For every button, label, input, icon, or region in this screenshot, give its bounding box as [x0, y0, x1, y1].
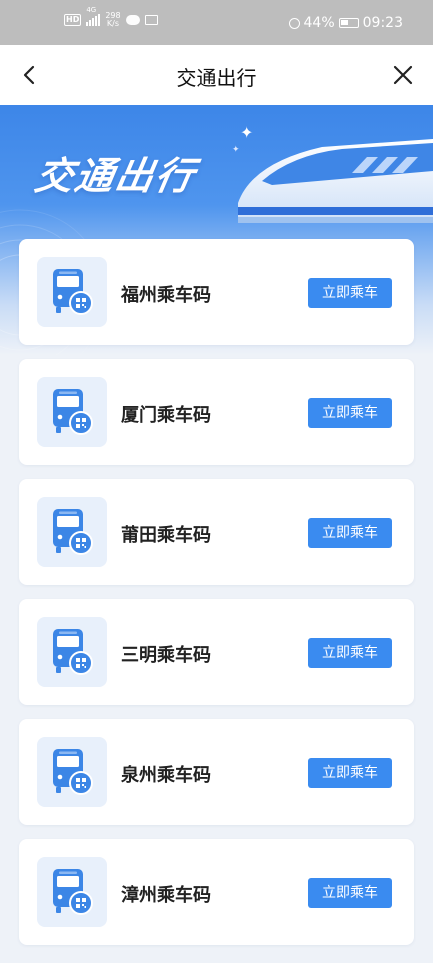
list-item[interactable]: 三明乘车码 立即乘车 — [19, 599, 414, 705]
list-item[interactable]: 福州乘车码 立即乘车 — [19, 239, 414, 345]
bus-qr-icon — [53, 629, 93, 675]
card-title: 漳州乘车码 — [121, 885, 211, 906]
status-right: 44% 09:23 — [288, 15, 403, 31]
bus-qr-icon-box — [37, 377, 107, 447]
bus-qr-icon-box — [37, 497, 107, 567]
ride-now-button[interactable]: 立即乘车 — [308, 638, 392, 668]
bus-qr-icon — [53, 269, 93, 315]
bus-qr-icon — [53, 869, 93, 915]
close-icon[interactable] — [391, 63, 415, 87]
card-title: 福州乘车码 — [121, 285, 211, 306]
card-title: 莆田乘车码 — [121, 525, 211, 546]
bus-qr-icon — [53, 749, 93, 795]
list-item[interactable]: 厦门乘车码 立即乘车 — [19, 359, 414, 465]
network-type: 4G — [86, 6, 97, 14]
clock: 09:23 — [362, 15, 403, 31]
bus-qr-icon — [53, 509, 93, 555]
card-title: 三明乘车码 — [121, 645, 211, 666]
card-title: 厦门乘车码 — [121, 405, 211, 426]
list-item[interactable]: 漳州乘车码 立即乘车 — [19, 839, 414, 945]
bus-qr-icon-box — [37, 257, 107, 327]
network-speed: 298 K/s — [105, 12, 120, 28]
ride-now-button[interactable]: 立即乘车 — [308, 518, 392, 548]
list-item[interactable]: 莆田乘车码 立即乘车 — [19, 479, 414, 585]
train-icon — [238, 139, 433, 223]
image-notification-icon — [144, 15, 158, 25]
bus-qr-icon — [53, 389, 93, 435]
ride-now-button[interactable]: 立即乘车 — [308, 758, 392, 788]
bus-qr-icon-box — [37, 737, 107, 807]
battery-icon — [338, 18, 359, 28]
ride-now-button[interactable]: 立即乘车 — [308, 278, 392, 308]
status-bar: HD 4G 298 K/s 44% 09:23 — [0, 0, 433, 45]
alarm-icon — [288, 17, 300, 29]
signal-icon: 4G — [86, 6, 101, 26]
banner-title: 交通出行 — [31, 154, 200, 198]
hd-indicator: HD — [64, 14, 82, 26]
card-title: 泉州乘车码 — [121, 765, 211, 786]
speed-unit: K/s — [106, 19, 120, 28]
status-left: HD 4G 298 K/s — [64, 6, 158, 28]
list-item[interactable]: 泉州乘车码 立即乘车 — [19, 719, 414, 825]
bus-qr-icon-box — [37, 857, 107, 927]
page-title: 交通出行 — [176, 66, 257, 90]
wechat-icon — [125, 15, 140, 25]
ride-now-button[interactable]: 立即乘车 — [308, 878, 392, 908]
bus-qr-icon-box — [37, 617, 107, 687]
ride-now-button[interactable]: 立即乘车 — [308, 398, 392, 428]
battery-percent: 44% — [303, 15, 335, 31]
nav-bar: 交通出行 — [0, 45, 433, 105]
